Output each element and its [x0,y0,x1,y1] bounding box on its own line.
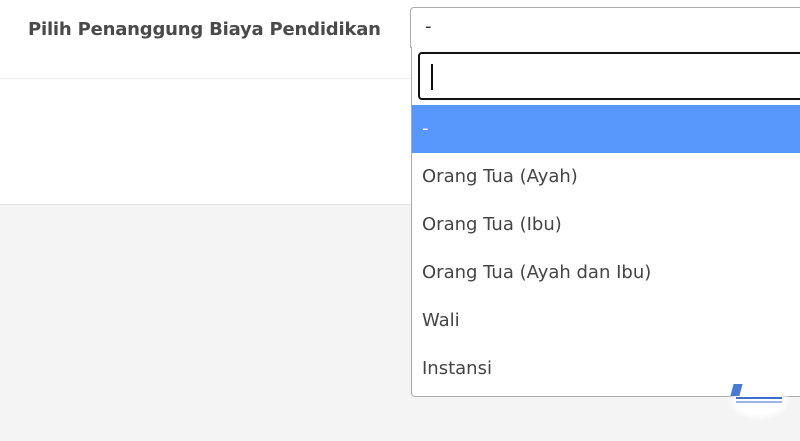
text-caret [431,64,433,90]
dropdown-option-ibu[interactable]: Orang Tua (Ibu) [412,201,800,249]
watermark-logo-mark [730,384,743,396]
select-dropdown: - Orang Tua (Ayah) Orang Tua (Ibu) Orang… [411,47,800,397]
field-label: Pilih Penanggung Biaya Pendidikan [28,19,381,40]
dropdown-option-ayah-dan-ibu[interactable]: Orang Tua (Ayah dan Ibu) [412,249,800,297]
dropdown-option-none[interactable]: - [412,105,800,153]
penanggung-biaya-select[interactable]: - [410,7,800,48]
watermark-logo [728,380,790,420]
watermark-logo-subline [736,401,782,403]
select-selected-value: - [425,16,432,37]
dropdown-search-input[interactable] [418,52,800,100]
dropdown-search [418,52,800,100]
dropdown-option-ayah[interactable]: Orang Tua (Ayah) [412,153,800,201]
dropdown-option-wali[interactable]: Wali [412,297,800,345]
watermark-logo-line [736,397,782,399]
dropdown-options: - Orang Tua (Ayah) Orang Tua (Ibu) Orang… [412,105,800,393]
